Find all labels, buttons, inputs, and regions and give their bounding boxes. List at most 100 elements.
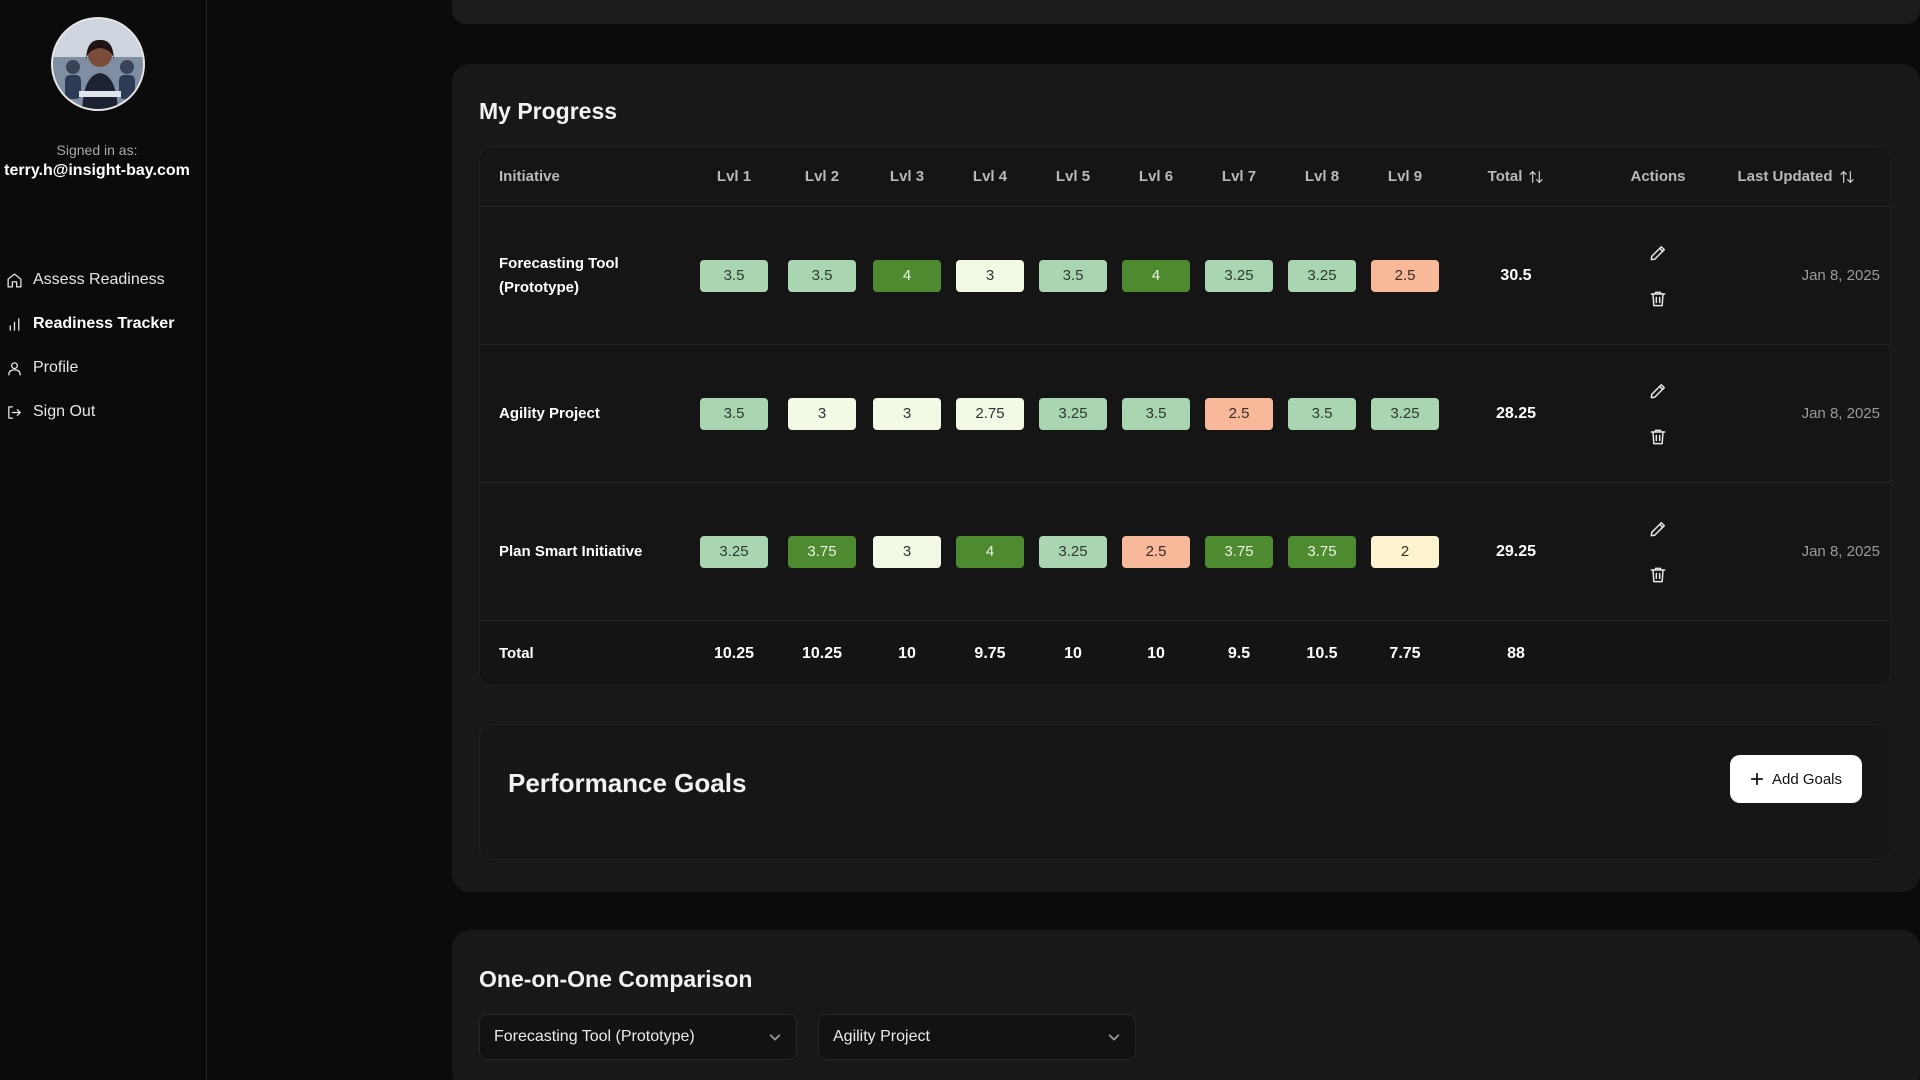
score-cell: 3.25 (1039, 535, 1107, 568)
row-actions (1618, 483, 1698, 620)
column-header-lvl-2: Lvl 2 (804, 168, 840, 185)
grand-total: 88 (1507, 645, 1525, 662)
signed-in-label: Signed in as: (56, 142, 138, 158)
home-icon (7, 272, 22, 288)
sidebar-item-readiness-tracker[interactable]: Readiness Tracker (6, 302, 174, 346)
app-root: Signed in as: terry.h@insight-bay.com As… (0, 0, 1920, 1080)
my-progress-card: My Progress Initiative Lvl 1 Lvl 2 Lvl 3… (452, 64, 1920, 892)
column-header-lvl-8: Lvl 8 (1304, 168, 1340, 185)
sign-out-icon (8, 405, 21, 419)
sidebar-item-assess-readiness[interactable]: Assess Readiness (6, 258, 174, 302)
add-goals-button[interactable]: Add Goals (1730, 755, 1862, 803)
trash-icon (1650, 429, 1666, 444)
column-header-lvl-3: Lvl 3 (889, 168, 925, 185)
level-sum: 10 (1064, 645, 1082, 662)
column-header-lvl-7: Lvl 7 (1221, 168, 1257, 185)
avatar-image (53, 19, 143, 109)
pencil-icon (1650, 245, 1665, 260)
initiative-name: Plan Smart Initiative (499, 483, 699, 620)
last-updated-date: Jan 8, 2025 (1801, 267, 1880, 284)
last-updated-date: Jan 8, 2025 (1801, 405, 1880, 422)
sort-icon (1839, 170, 1854, 183)
chevron-down-icon (769, 1034, 781, 1041)
table-row: Forecasting Tool (Prototype) 3.5 3.5 4 3… (480, 207, 1890, 345)
comparison-title: One-on-One Comparison (479, 966, 753, 992)
pencil-icon (1650, 521, 1665, 536)
delete-button[interactable] (1648, 427, 1668, 447)
delete-button[interactable] (1648, 565, 1668, 585)
edit-button[interactable] (1648, 243, 1668, 263)
column-header-lvl-9: Lvl 9 (1387, 168, 1423, 185)
level-sum: 10 (1147, 645, 1165, 662)
initiative-name-line1: Agility Project (499, 404, 600, 422)
sidebar-item-profile[interactable]: Profile (6, 346, 174, 390)
column-header-lvl-1: Lvl 1 (716, 168, 752, 185)
score-cell: 3.75 (788, 535, 856, 568)
score-cell: 3.25 (1039, 397, 1107, 430)
total-row-label: Total (499, 645, 534, 662)
initiative-name-line2: (Prototype) (499, 278, 579, 296)
avatar[interactable] (51, 17, 145, 111)
row-total: 30.5 (1500, 266, 1532, 284)
score-cell: 2.5 (1205, 397, 1273, 430)
score-cell: 3.75 (1288, 535, 1356, 568)
column-header-lvl-6: Lvl 6 (1138, 168, 1174, 185)
level-sum: 10.5 (1306, 645, 1338, 662)
score-cell: 3 (873, 397, 941, 430)
score-cell: 3.5 (1288, 397, 1356, 430)
previous-card-edge (452, 0, 1920, 24)
level-sum: 10.25 (801, 645, 843, 662)
column-header-last-updated[interactable]: Last Updated (1716, 147, 1876, 206)
trash-icon (1650, 291, 1666, 306)
level-sum: 10 (898, 645, 916, 662)
table-total-row: Total 10.25 10.25 10 9.75 10 10 9.5 10.5… (480, 621, 1890, 685)
row-actions (1618, 345, 1698, 482)
level-sum: 10.25 (713, 645, 755, 662)
score-cell: 3 (956, 259, 1024, 292)
table-row: Agility Project 3.5 3 3 2.75 3.25 3.5 2.… (480, 345, 1890, 483)
sidebar-item-sign-out[interactable]: Sign Out (6, 390, 174, 434)
table-header-row: Initiative Lvl 1 Lvl 2 Lvl 3 Lvl 4 Lvl 5… (480, 147, 1890, 207)
score-cell: 4 (1122, 259, 1190, 292)
plus-icon (1750, 772, 1764, 786)
score-cell: 3.25 (1288, 259, 1356, 292)
score-cell: 3 (788, 397, 856, 430)
sidebar-item-label: Profile (33, 359, 79, 376)
comparison-select-a-value: Forecasting Tool (Prototype) (494, 1028, 695, 1045)
comparison-select-b-value: Agility Project (833, 1028, 930, 1045)
score-cell: 2.75 (956, 397, 1024, 430)
column-header-initiative: Initiative (499, 168, 560, 185)
comparison-select-a[interactable]: Forecasting Tool (Prototype) (479, 1014, 797, 1060)
sidebar: Signed in as: terry.h@insight-bay.com As… (0, 0, 207, 1080)
trash-icon (1650, 567, 1666, 582)
score-cell: 4 (956, 535, 1024, 568)
delete-button[interactable] (1648, 289, 1668, 309)
last-updated-date: Jan 8, 2025 (1801, 543, 1880, 560)
column-header-total[interactable]: Total (1468, 147, 1564, 206)
bar-chart-icon (9, 317, 20, 331)
column-header-lvl-5: Lvl 5 (1055, 168, 1091, 185)
level-sum: 9.5 (1227, 645, 1251, 662)
score-cell: 3.5 (1039, 259, 1107, 292)
comparison-select-b[interactable]: Agility Project (818, 1014, 1136, 1060)
chevron-down-icon (1108, 1034, 1120, 1041)
score-cell: 3.5 (788, 259, 856, 292)
edit-button[interactable] (1648, 519, 1668, 539)
comparison-card: One-on-One Comparison Forecasting Tool (… (452, 930, 1920, 1080)
initiative-name-line1: Forecasting Tool (499, 254, 619, 272)
score-cell: 2 (1371, 535, 1439, 568)
initiative-name: Forecasting Tool (Prototype) (499, 207, 699, 344)
edit-button[interactable] (1648, 381, 1668, 401)
signed-in-email: terry.h@insight-bay.com (4, 162, 190, 179)
row-total: 28.25 (1495, 404, 1537, 422)
row-actions (1618, 207, 1698, 344)
sidebar-item-label: Assess Readiness (33, 271, 165, 288)
row-total: 29.25 (1495, 542, 1537, 560)
level-sum: 9.75 (974, 645, 1006, 662)
performance-goals-panel: Performance Goals Add Goals (479, 724, 1891, 860)
my-progress-title: My Progress (479, 98, 618, 124)
user-icon (8, 361, 21, 376)
score-cell: 3.5 (1122, 397, 1190, 430)
score-cell: 3.25 (1205, 259, 1273, 292)
score-cell: 3.25 (1371, 397, 1439, 430)
